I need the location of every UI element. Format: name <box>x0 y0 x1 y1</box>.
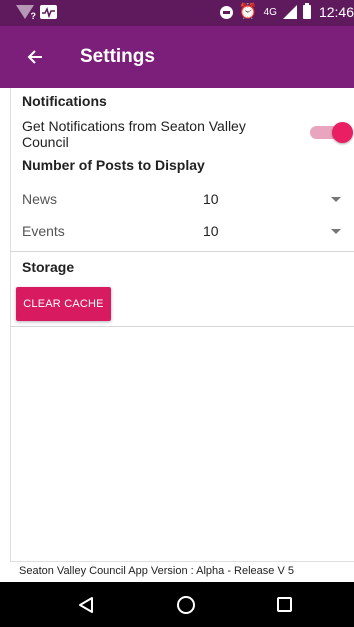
toggle-thumb <box>332 122 353 143</box>
posts-section-title: Number of Posts to Display <box>22 157 205 173</box>
news-label: News <box>22 191 58 207</box>
activity-icon <box>40 5 57 19</box>
arrow-back-icon <box>27 50 42 64</box>
do-not-disturb-icon <box>219 5 233 19</box>
notifications-pref-label[interactable]: Get Notifications from Seaton Valley Cou… <box>22 118 246 150</box>
dropdown-arrow-icon <box>331 197 341 202</box>
notifications-pref-label-line1: Get Notifications from Seaton Valley <box>22 118 246 134</box>
page-title: Settings <box>80 46 155 67</box>
clear-cache-button[interactable]: CLEAR CACHE <box>16 287 111 321</box>
nav-back-icon[interactable] <box>78 596 94 614</box>
status-bar: ? ⏰ 4G 12:46 <box>0 0 354 26</box>
status-bar-left: ? <box>16 5 57 21</box>
notifications-pref-label-line2: Council <box>22 134 69 150</box>
alarm-icon: ⏰ <box>238 3 258 20</box>
version-footer: Seaton Valley Council App Version : Alph… <box>10 561 354 581</box>
battery-icon <box>302 3 311 19</box>
section-divider <box>10 326 354 327</box>
content-left-border <box>10 88 11 561</box>
events-label: Events <box>22 223 65 239</box>
nav-recents-icon[interactable] <box>277 597 292 612</box>
news-count-select[interactable]: News 10 <box>10 182 354 216</box>
events-count-select[interactable]: Events 10 <box>10 214 354 248</box>
section-divider <box>10 251 354 252</box>
storage-section-title: Storage <box>22 259 75 275</box>
wifi-badge: ? <box>30 11 37 21</box>
dropdown-arrow-icon <box>331 229 341 234</box>
signal-icon <box>282 5 297 19</box>
wifi-icon: ? <box>16 5 37 21</box>
network-type: 4G <box>263 6 277 18</box>
version-text: Seaton Valley Council App Version : Alph… <box>19 565 294 577</box>
back-button[interactable] <box>18 40 52 74</box>
status-bar-right: ⏰ 4G 12:46 <box>219 3 354 20</box>
events-value: 10 <box>203 223 219 239</box>
notifications-section-title: Notifications <box>22 93 107 109</box>
app-toolbar: Settings <box>0 26 354 88</box>
system-nav-bar <box>0 582 354 627</box>
notifications-toggle[interactable] <box>308 122 353 143</box>
nav-home-icon[interactable] <box>177 596 195 614</box>
news-value: 10 <box>203 191 219 207</box>
status-time: 12:46 <box>318 4 354 20</box>
